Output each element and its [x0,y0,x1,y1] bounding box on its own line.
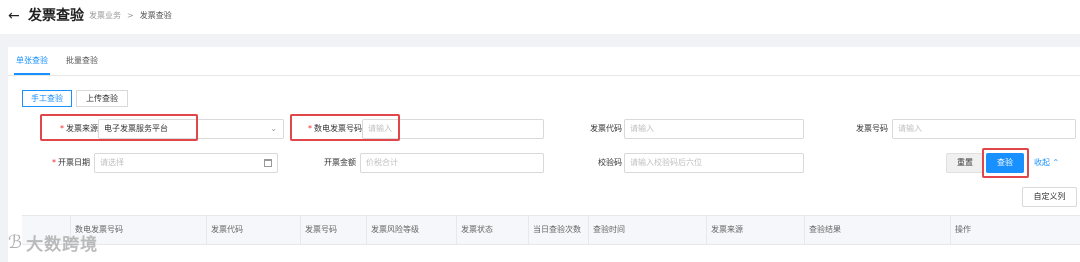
upload-check-button[interactable]: 上传查验 [76,90,128,107]
einvoice-number-input[interactable]: 请输入 [362,119,544,139]
query-button[interactable]: 查验 [986,153,1024,173]
reset-button[interactable]: 重置 [946,153,984,173]
tab-single-check[interactable]: 单张查验 [14,47,50,75]
tab-bar: 单张查验 批量查验 [14,47,98,75]
page-header: ← 发票查验 发票业务 > 发票查验 [0,0,1080,34]
calendar-icon [264,159,272,167]
collapse-toggle[interactable]: 收起 ⌃ [1034,153,1059,173]
table-header-cell: 发票号码 [300,216,366,244]
breadcrumb-separator: > [127,11,134,20]
table-header-cell: 发票风险等级 [366,216,456,244]
invoice-number-input[interactable]: 请输入 [892,119,1076,139]
breadcrumb-item-current: 发票查验 [139,11,172,20]
main-panel: 单张查验 批量查验 手工查验 上传查验 * 发票来源 电子发票服务平台 ⌄ * 数电… [8,47,1080,262]
invoice-source-select[interactable]: 电子发票服务平台 ⌄ [98,119,284,139]
page-title: 发票查验 [28,8,84,24]
arrow-left-icon[interactable]: ← [8,7,20,25]
manual-check-button[interactable]: 手工查验 [22,90,72,107]
tab-divider [8,75,1080,76]
custom-columns-button[interactable]: 自定义列 [1022,187,1077,207]
table-header-cell: 发票状态 [456,216,528,244]
check-code-input[interactable]: 请输入校验码后六位 [624,153,804,173]
invoice-source-label: * 发票来源 [60,124,98,133]
tab-batch-check[interactable]: 批量查验 [66,47,98,75]
table-header-checkbox-cell [22,216,70,244]
invoice-date-picker[interactable]: 请选择 [94,153,278,173]
table-header-cell: 发票来源 [706,216,804,244]
invoice-amount-input[interactable]: 价税合计 [360,153,544,173]
breadcrumb: 发票业务 > 发票查验 [89,10,172,22]
table-header-cell: 查验时间 [588,216,706,244]
table-header-cell: 查验结果 [804,216,950,244]
results-table-header: 数电发票号码 发票代码 发票号码 发票风险等级 发票状态 当日查验次数 查验时间… [22,215,1080,245]
einvoice-number-label: * 数电发票号码 [308,124,362,133]
invoice-date-label: * 开票日期 [52,158,90,167]
table-header-cell: 发票代码 [206,216,300,244]
invoice-source-value: 电子发票服务平台 [104,124,168,133]
chevron-down-icon: ⌄ [270,124,277,133]
invoice-number-label: 发票号码 [856,124,888,133]
invoice-code-label: 发票代码 [590,124,622,133]
invoice-amount-label: 开票金额 [324,158,356,167]
invoice-code-input[interactable]: 请输入 [624,119,804,139]
chevron-up-icon: ⌃ [1052,158,1060,167]
table-header-cell: 数电发票号码 [70,216,206,244]
table-header-cell: 当日查验次数 [528,216,588,244]
table-header-cell: 操作 [950,216,1080,244]
check-code-label: 校验码 [598,158,622,167]
breadcrumb-item-invoice-business[interactable]: 发票业务 [89,10,121,22]
